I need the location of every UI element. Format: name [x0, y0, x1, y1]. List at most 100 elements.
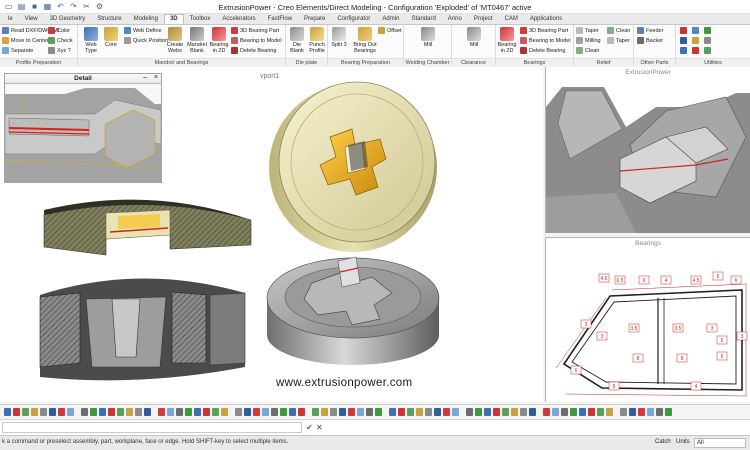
tab-view[interactable]: View	[19, 14, 44, 24]
selection-filter-select[interactable]: All	[694, 438, 746, 448]
toolbar-tool-icon[interactable]	[253, 408, 260, 416]
bearings-delete-button[interactable]: Delete Bearing	[520, 47, 565, 54]
toolbar-tool-icon[interactable]	[416, 408, 423, 416]
toolbar-tool-icon[interactable]	[31, 408, 38, 416]
toolbar-tool-icon[interactable]	[244, 408, 251, 416]
toolbar-tool-icon[interactable]	[81, 408, 88, 416]
tab-admin[interactable]: Admin	[376, 14, 405, 24]
bearings-2d-button[interactable]: Bearing in 2D	[496, 27, 518, 54]
tab-3d-geometry[interactable]: 3D Geometry	[44, 14, 92, 24]
backer-button[interactable]: Backer	[637, 37, 663, 44]
toolbar-tool-icon[interactable]	[561, 408, 568, 416]
toolbar-tool-icon[interactable]	[647, 408, 654, 416]
tab-3d[interactable]: 3D	[163, 14, 184, 24]
toolbar-tool-icon[interactable]	[280, 408, 287, 416]
create-webs-button[interactable]: Create Webs	[164, 27, 186, 54]
toolbar-tool-icon[interactable]	[579, 408, 586, 416]
bearing-part-button[interactable]: 3D Bearing Part	[231, 27, 279, 34]
punch-profile-button[interactable]: Punch Profile	[306, 27, 328, 54]
toolbar-tool-icon[interactable]	[58, 408, 65, 416]
tab-le[interactable]: le	[2, 14, 19, 24]
toolbar-tool-icon[interactable]	[620, 408, 627, 416]
detail-panel-header[interactable]: Detail – ×	[5, 74, 161, 84]
toolbar-tool-icon[interactable]	[520, 408, 527, 416]
feeder-button[interactable]: Feeder	[637, 27, 663, 34]
toolbar-tool-icon[interactable]	[606, 408, 613, 416]
bearings-panel[interactable]: Bearings 4.5 6.5 6 4 4.5 6 6 3 3 3.5 3.5 3 6 3 8 8 6 6 6 4	[545, 237, 750, 402]
catch-button[interactable]: Catch	[655, 439, 671, 445]
toolbar-tool-icon[interactable]	[321, 408, 328, 416]
tab-anno[interactable]: Anno	[442, 14, 468, 24]
toolbar-tool-icon[interactable]	[656, 408, 663, 416]
utility-tool-5[interactable]	[692, 37, 701, 44]
utility-tool-2[interactable]	[692, 27, 701, 34]
toolbar-tool-icon[interactable]	[262, 408, 269, 416]
toolbar-tool-icon[interactable]	[298, 408, 305, 416]
tab-toolbox[interactable]: Toolbox	[184, 14, 217, 24]
toolbar-tool-icon[interactable]	[185, 408, 192, 416]
move-to-center-button[interactable]: Move to Center	[2, 37, 49, 44]
milling-button[interactable]: Milling	[576, 37, 601, 44]
toolbar-tool-icon[interactable]	[389, 408, 396, 416]
utility-tool-1[interactable]	[680, 27, 689, 34]
toolbar-tool-icon[interactable]	[126, 408, 133, 416]
toolbar-tool-icon[interactable]	[339, 408, 346, 416]
toolbar-tool-icon[interactable]	[312, 408, 319, 416]
split-button[interactable]: Split 3	[328, 27, 350, 48]
separate-button[interactable]: Separate	[2, 47, 33, 54]
tab-fastflow[interactable]: FastFlow	[262, 14, 298, 24]
toolbar-tool-icon[interactable]	[452, 408, 459, 416]
toolbar-tool-icon[interactable]	[543, 408, 550, 416]
toolbar-tool-icon[interactable]	[466, 408, 473, 416]
toolbar-tool-icon[interactable]	[597, 408, 604, 416]
toolbar-tool-icon[interactable]	[158, 408, 165, 416]
delete-bearing-button[interactable]: Delete Bearing	[231, 47, 276, 54]
toolbar-tool-icon[interactable]	[13, 408, 20, 416]
utility-tool-4[interactable]	[680, 37, 689, 44]
toolbar-tool-icon[interactable]	[475, 408, 482, 416]
toolbar-tool-icon[interactable]	[357, 408, 364, 416]
toolbar-tool-icon[interactable]	[194, 408, 201, 416]
utility-tool-6[interactable]	[704, 37, 713, 44]
tab-prepare[interactable]: Prepare	[298, 14, 331, 24]
toolbar-tool-icon[interactable]	[235, 408, 242, 416]
utility-tool-9[interactable]	[704, 47, 713, 54]
clean-button[interactable]: Clean	[576, 47, 599, 54]
extrusionpower-view-panel[interactable]: ExtrusionPower	[545, 67, 750, 233]
toolbar-tool-icon[interactable]	[588, 408, 595, 416]
toolbar-tool-icon[interactable]	[135, 408, 142, 416]
toolbar-tool-icon[interactable]	[434, 408, 441, 416]
tab-accelerators[interactable]: Accelerators	[216, 14, 261, 24]
utility-tool-3[interactable]	[704, 27, 713, 34]
toolbar-tool-icon[interactable]	[203, 408, 210, 416]
quick-position-button[interactable]: Quick Position	[124, 37, 168, 44]
color-button[interactable]: Color	[48, 27, 70, 34]
cancel-icon[interactable]: ✕	[316, 423, 323, 432]
bearing-2d-button[interactable]: Bearing in 2D	[208, 27, 230, 54]
command-input[interactable]	[2, 422, 302, 433]
toolbar-tool-icon[interactable]	[375, 408, 382, 416]
toolbar-tool-icon[interactable]	[4, 408, 11, 416]
toolbar-tool-icon[interactable]	[552, 408, 559, 416]
offset-button[interactable]: Offset	[378, 27, 402, 34]
toolbar-tool-icon[interactable]	[40, 408, 47, 416]
check-button[interactable]: Check	[48, 37, 73, 44]
toolbar-tool-icon[interactable]	[425, 408, 432, 416]
minimize-icon[interactable]: –	[143, 74, 147, 81]
tab-applications[interactable]: Applications	[524, 14, 568, 24]
toolbar-tool-icon[interactable]	[49, 408, 56, 416]
tab-modeling[interactable]: Modeling	[128, 14, 164, 24]
toolbar-tool-icon[interactable]	[484, 408, 491, 416]
toolbar-tool-icon[interactable]	[99, 408, 106, 416]
toolbar-tool-icon[interactable]	[144, 408, 151, 416]
web-type-button[interactable]: Web Type	[80, 27, 102, 54]
toolbar-tool-icon[interactable]	[108, 408, 115, 416]
toolbar-tool-icon[interactable]	[117, 408, 124, 416]
bring-out-bearings-button[interactable]: Bring Out Bearings	[350, 27, 380, 54]
toolbar-tool-icon[interactable]	[443, 408, 450, 416]
die-blank-button[interactable]: Die Blank	[286, 27, 308, 54]
xyz-button[interactable]: Xyz ?	[48, 47, 71, 54]
web-define-button[interactable]: Web Define	[124, 27, 162, 34]
toolbar-tool-icon[interactable]	[212, 408, 219, 416]
tab-configurator[interactable]: Configurator	[331, 14, 376, 24]
